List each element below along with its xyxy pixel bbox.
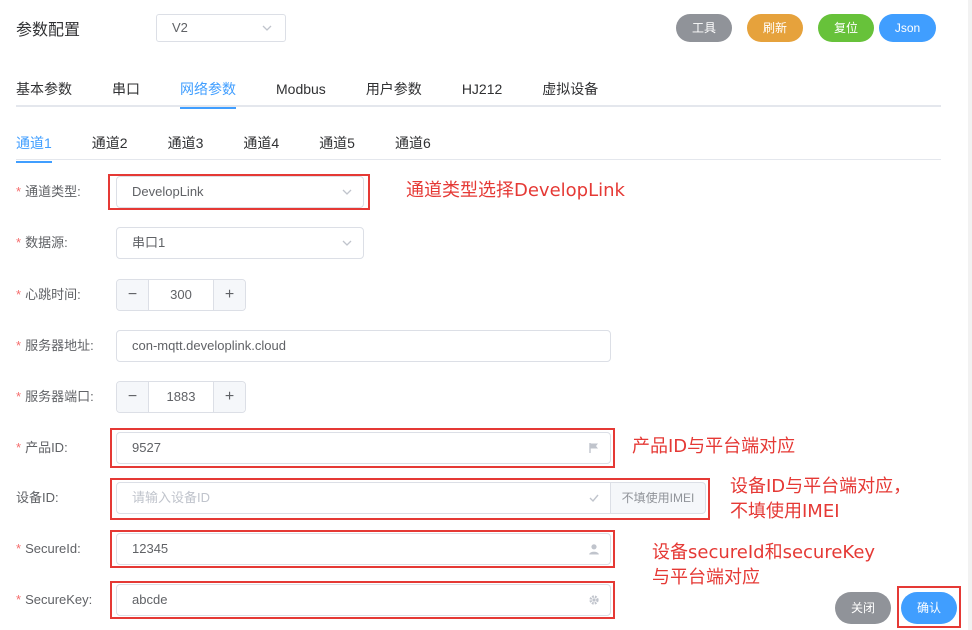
server-port-stepper: − 1883 + xyxy=(116,381,246,413)
heartbeat-value[interactable]: 300 xyxy=(149,280,213,310)
tools-button[interactable]: 工具 xyxy=(676,14,732,42)
scrollbar-track[interactable] xyxy=(968,0,972,630)
annotation-device-id-1: 设备ID与平台端对应， xyxy=(730,476,912,497)
annotation-secure-2: 与平台端对应 xyxy=(652,567,760,588)
refresh-button[interactable]: 刷新 xyxy=(747,14,803,42)
port-decrement-button[interactable]: − xyxy=(117,382,149,412)
port-increment-button[interactable]: + xyxy=(213,382,245,412)
data-source-label: * 数据源: xyxy=(16,235,68,250)
server-port-label: * 服务器端口: xyxy=(16,389,94,404)
annotation-box-device-id xyxy=(110,478,710,520)
secure-key-label: * SecureKey: xyxy=(16,592,93,607)
chevron-down-icon xyxy=(262,25,272,31)
annotation-channel-type: 通道类型选择DevelopLink xyxy=(406,180,625,201)
version-select-value: V2 xyxy=(172,20,188,35)
annotation-box-confirm xyxy=(897,586,961,628)
heartbeat-label: * 心跳时间: xyxy=(16,287,81,302)
page-title: 参数配置 xyxy=(16,22,81,39)
heartbeat-stepper: − 300 + xyxy=(116,279,246,311)
heartbeat-decrement-button[interactable]: − xyxy=(117,280,149,310)
server-address-input[interactable]: con-mqtt.developlink.cloud xyxy=(116,330,611,362)
annotation-box-channel-type xyxy=(108,174,370,210)
reset-button[interactable]: 复位 xyxy=(818,14,874,42)
secure-id-label: * SecureId: xyxy=(16,541,81,556)
json-button[interactable]: Json xyxy=(879,14,936,42)
annotation-product-id: 产品ID与平台端对应 xyxy=(632,436,796,457)
data-source-select[interactable]: 串口1 xyxy=(116,227,364,259)
annotation-box-product-id xyxy=(110,428,615,468)
device-id-label: 设备ID: xyxy=(16,490,59,505)
annotation-device-id-2: 不填使用IMEI xyxy=(730,501,840,522)
version-select[interactable]: V2 xyxy=(156,14,286,42)
chevron-down-icon xyxy=(342,240,352,246)
annotation-box-secure-key xyxy=(110,581,615,619)
annotation-secure-1: 设备secureId和secureKey xyxy=(652,542,876,563)
port-value[interactable]: 1883 xyxy=(149,382,213,412)
heartbeat-increment-button[interactable]: + xyxy=(213,280,245,310)
channel-type-label: * 通道类型: xyxy=(16,184,81,199)
server-address-label: * 服务器地址: xyxy=(16,338,94,353)
product-id-label: * 产品ID: xyxy=(16,440,68,455)
annotation-box-secure-id xyxy=(110,530,615,568)
channel-tabs-divider xyxy=(16,159,941,160)
close-button[interactable]: 关闭 xyxy=(835,592,891,624)
tabs-divider xyxy=(16,105,941,107)
